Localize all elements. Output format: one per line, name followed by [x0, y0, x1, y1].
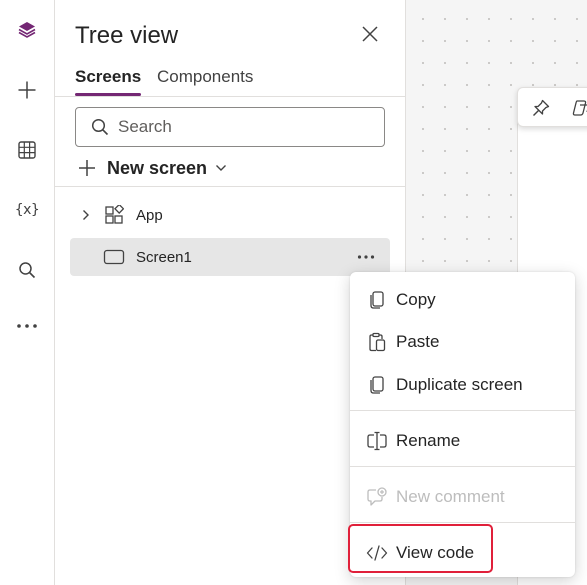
new-screen-label: New screen [107, 157, 208, 178]
data-button[interactable] [7, 130, 47, 170]
tree-item-label: App [136, 206, 163, 224]
copilot-icon[interactable] [570, 97, 587, 119]
tree-view-button[interactable] [7, 10, 47, 50]
copy-icon [366, 289, 388, 311]
menu-item-label: Copy [396, 290, 436, 309]
left-rail: {x} [0, 0, 55, 585]
menu-item-rename[interactable]: Rename [356, 422, 569, 460]
pin-icon[interactable] [530, 97, 552, 119]
menu-item-copy[interactable]: Copy [356, 281, 569, 319]
menu-item-duplicate-screen[interactable]: Duplicate screen [356, 366, 569, 404]
table-icon [17, 140, 37, 160]
menu-item-view-code[interactable]: View code [356, 534, 569, 572]
context-menu: Copy Paste Duplicate screen Rename New c… [350, 272, 575, 577]
close-button[interactable] [358, 24, 382, 48]
more-icon [16, 323, 38, 329]
chevron-right-icon[interactable] [80, 209, 92, 221]
menu-separator [350, 410, 575, 411]
tree-item-label: Screen1 [136, 248, 192, 266]
tree-item-app[interactable]: App [70, 196, 390, 234]
menu-item-label: Rename [396, 431, 461, 450]
menu-item-label: View code [396, 543, 475, 562]
tab-components[interactable]: Components [157, 67, 253, 96]
insert-button[interactable] [7, 70, 47, 110]
menu-item-label: Paste [396, 332, 440, 351]
panel-title: Tree view [75, 22, 179, 49]
code-icon [366, 542, 388, 564]
paste-icon [366, 331, 388, 353]
chevron-down-icon [215, 164, 227, 172]
menu-separator [350, 522, 575, 523]
tab-divider [55, 96, 405, 97]
tab-screens[interactable]: Screens [75, 67, 142, 96]
app-icon [103, 204, 125, 226]
menu-item-new-comment: New comment [356, 478, 569, 516]
plus-icon [77, 158, 97, 178]
comment-icon [366, 486, 388, 508]
search-input[interactable] [118, 117, 358, 137]
layers-icon [17, 20, 37, 40]
menu-item-label: Duplicate screen [396, 375, 523, 394]
duplicate-icon [366, 374, 388, 396]
list-divider [55, 186, 405, 187]
tree-item-screen1[interactable]: Screen1 [70, 238, 390, 276]
plus-icon [17, 80, 37, 100]
rename-icon [366, 430, 388, 452]
search-rail-button[interactable] [7, 250, 47, 290]
more-rail-button[interactable] [7, 306, 47, 346]
new-screen-button[interactable]: New screen [77, 155, 227, 181]
variables-icon: {x} [14, 202, 40, 218]
search-icon [90, 117, 110, 137]
search-icon [17, 260, 37, 280]
floating-toolbar [517, 87, 587, 127]
menu-separator [350, 466, 575, 467]
more-options-button[interactable] [353, 246, 379, 268]
menu-item-paste[interactable]: Paste [356, 323, 569, 361]
search-box [75, 107, 385, 147]
menu-item-label: New comment [396, 487, 505, 506]
variables-button[interactable]: {x} [7, 190, 47, 230]
close-icon [361, 25, 379, 48]
screen-icon [103, 246, 125, 268]
